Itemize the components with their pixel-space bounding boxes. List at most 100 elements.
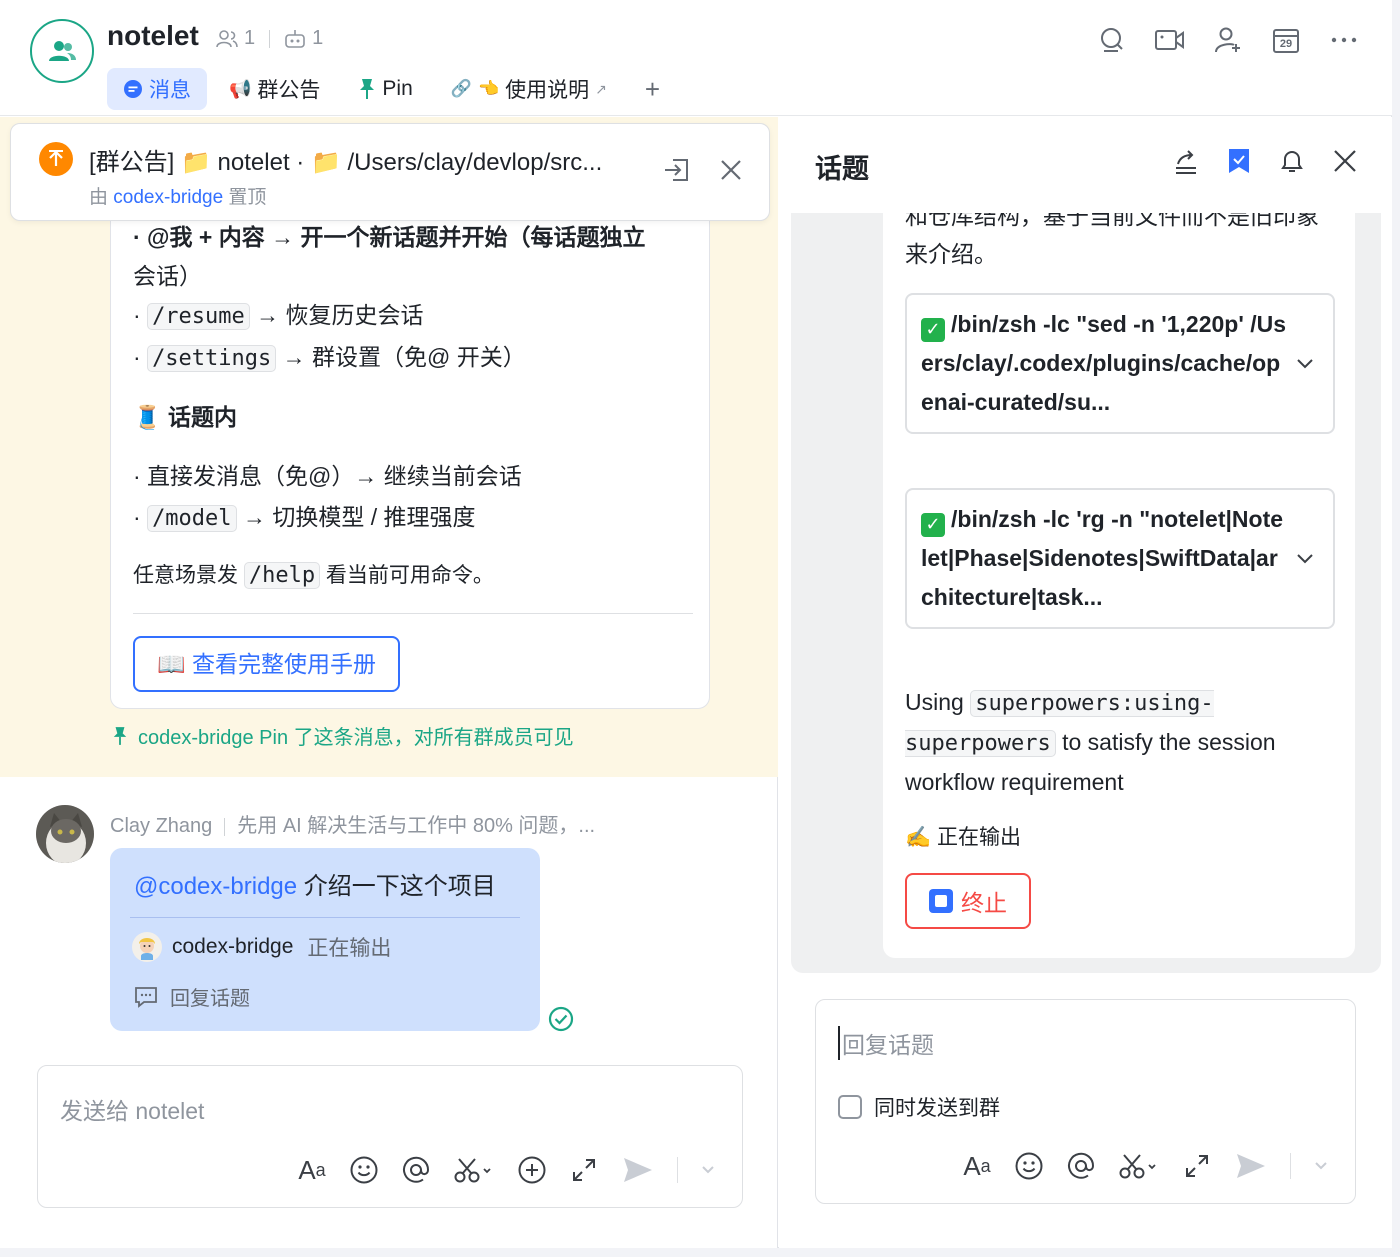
group-title[interactable]: notelet — [107, 20, 199, 52]
pinned-by-user[interactable]: codex-bridge — [113, 187, 223, 208]
video-camera-icon — [1155, 30, 1184, 50]
link-icon: 🔗 — [450, 79, 472, 98]
also-send-to-group[interactable]: 同时发送到群 — [838, 1092, 1000, 1122]
thread-reply-composer[interactable]: 回复话题 同时发送到群 Aa — [815, 999, 1356, 1204]
at-sign-icon — [403, 1156, 430, 1183]
tab-label: Pin — [382, 77, 413, 100]
thread-reply-card: 和仓库结构，基于当前文件而不是旧印象来介绍。 ✓/bin/zsh -lc "se… — [883, 213, 1355, 958]
add-attachment-button[interactable] — [517, 1155, 547, 1185]
pin-notice: codex-bridge Pin 了这条消息，对所有群成员可见 — [112, 721, 574, 750]
card-line-model: · /model → 切换模型 / 推理强度 — [133, 498, 693, 538]
meta-divider — [224, 817, 226, 836]
group-icon — [49, 41, 76, 61]
checkbox[interactable] — [838, 1095, 862, 1119]
pinned-by-suffix: 置顶 — [228, 187, 267, 208]
command-block[interactable]: ✓/bin/zsh -lc 'rg -n "notelet|Notelet|Ph… — [905, 488, 1335, 629]
bullet: · — [133, 302, 141, 328]
bell-icon[interactable] — [1278, 147, 1306, 175]
bookmark-icon[interactable] — [1226, 147, 1252, 175]
video-call-button[interactable] — [1152, 22, 1188, 58]
member-count[interactable]: 1 — [244, 27, 255, 50]
reply-placeholder[interactable]: 回复话题 — [838, 1026, 934, 1060]
share-to-chat-icon[interactable] — [1172, 147, 1200, 175]
help-tip: 任意场景发 /help 看当前可用命令。 — [133, 556, 693, 595]
card-line: · @我 + 内容 → 开一个新话题并开始（每话题独立 — [133, 224, 646, 250]
bot-count[interactable]: 1 — [312, 27, 323, 50]
message-bubble[interactable]: @codex-bridge 介绍一下这个项目 codex-bridge 正在输出… — [110, 848, 540, 1031]
send-options-button[interactable] — [700, 1155, 716, 1185]
card-line: · 直接发消息（免@）→ 继续当前会话 — [133, 463, 522, 489]
sender-signature: 先用 AI 解决生活与工作中 80% 问题，... — [237, 815, 596, 837]
pin-icon — [360, 79, 375, 99]
composer-toolbar: Aa — [297, 1155, 716, 1185]
stop-label: 终止 — [961, 890, 1007, 916]
thread-preview[interactable]: codex-bridge 正在输出 — [132, 932, 391, 962]
add-member-button[interactable] — [1210, 22, 1246, 58]
view-manual-button[interactable]: 📖 查看完整使用手册 — [133, 636, 401, 692]
read-status-icon[interactable] — [548, 1006, 574, 1037]
tab-guide[interactable]: 🔗 👈 使用说明 ↗ — [435, 68, 623, 110]
stop-button[interactable]: 终止 — [905, 873, 1031, 929]
tab-pin[interactable]: Pin — [342, 68, 428, 110]
screenshot-button[interactable] — [453, 1155, 495, 1185]
sender-name[interactable]: Clay Zhang — [110, 815, 212, 837]
chevron-down-icon — [702, 1166, 714, 1174]
expand-button[interactable] — [569, 1155, 599, 1185]
chevron-down-icon — [1297, 358, 1313, 368]
external-link-icon: ↗ — [595, 80, 607, 97]
mention-button[interactable] — [1066, 1151, 1096, 1181]
bubble-divider — [130, 917, 520, 918]
message-bubble-icon — [124, 80, 142, 98]
card-divider — [133, 613, 693, 614]
composer-placeholder[interactable]: 发送给 notelet — [60, 1092, 204, 1126]
search-button[interactable] — [1094, 22, 1130, 58]
screenshot-button[interactable] — [1118, 1151, 1160, 1181]
command-block[interactable]: ✓/bin/zsh -lc "sed -n '1,220p' /Users/cl… — [905, 293, 1335, 434]
send-button[interactable] — [621, 1155, 655, 1185]
card-line-text: → 恢复历史会话 — [256, 302, 424, 328]
close-icon[interactable] — [719, 158, 743, 182]
announcement-bar[interactable]: [群公告] 📁 notelet · 📁 /Users/clay/devlop/s… — [10, 123, 770, 221]
reply-thread-link[interactable]: 回复话题 — [134, 982, 250, 1011]
close-icon[interactable] — [1332, 148, 1358, 174]
tab-label: 使用说明 — [505, 79, 590, 102]
format-text-button[interactable]: Aa — [962, 1151, 992, 1181]
avatar[interactable] — [36, 805, 94, 863]
command-text: /bin/zsh -lc 'rg -n "notelet|Notelet|Pha… — [921, 506, 1284, 610]
card-line-text: → 群设置（免@ 开关） — [282, 344, 526, 370]
mention-button[interactable] — [401, 1155, 431, 1185]
settings-command: /settings — [147, 345, 277, 372]
plus-circle-icon — [518, 1156, 546, 1184]
more-button[interactable] — [1326, 22, 1362, 58]
calendar-button[interactable]: 29 — [1268, 22, 1304, 58]
add-tab-button[interactable]: + — [629, 68, 676, 110]
bullet: · — [133, 504, 141, 530]
send-options-button[interactable] — [1313, 1151, 1329, 1181]
tab-label: 群公告 — [257, 79, 321, 102]
emoji-button[interactable] — [1014, 1151, 1044, 1181]
emoji-icon — [350, 1156, 378, 1184]
tab-messages[interactable]: 消息 — [107, 68, 207, 110]
pinned-card-content: · @我 + 内容 → 开一个新话题并开始（每话题独立 会话） · /resum… — [133, 218, 693, 692]
cat-avatar-icon — [36, 805, 94, 863]
open-announcement-icon[interactable] — [663, 158, 689, 182]
megaphone-icon: 📢 — [229, 78, 252, 99]
toolbar-divider — [1290, 1153, 1291, 1179]
message-composer[interactable]: 发送给 notelet Aa — [37, 1065, 743, 1208]
header-actions: 29 — [1094, 22, 1362, 58]
check-icon: ✓ — [921, 317, 945, 342]
mention-link[interactable]: @codex-bridge — [134, 873, 297, 900]
meta-divider — [269, 29, 271, 48]
emoji-icon — [1015, 1152, 1043, 1180]
send-button[interactable] — [1234, 1151, 1268, 1181]
emoji-button[interactable] — [349, 1155, 379, 1185]
add-user-icon — [1215, 27, 1240, 53]
announcement-title[interactable]: [群公告] 📁 notelet · 📁 /Users/clay/devlop/s… — [89, 142, 602, 177]
group-avatar[interactable] — [30, 19, 94, 83]
composer-toolbar: Aa — [962, 1151, 1329, 1181]
pointing-hand-icon: 👈 — [477, 79, 500, 98]
tab-announcement[interactable]: 📢 群公告 — [213, 68, 336, 110]
card-line-resume: · /resume → 恢复历史会话 — [133, 296, 693, 336]
format-text-button[interactable]: Aa — [297, 1155, 327, 1185]
expand-button[interactable] — [1182, 1151, 1212, 1181]
